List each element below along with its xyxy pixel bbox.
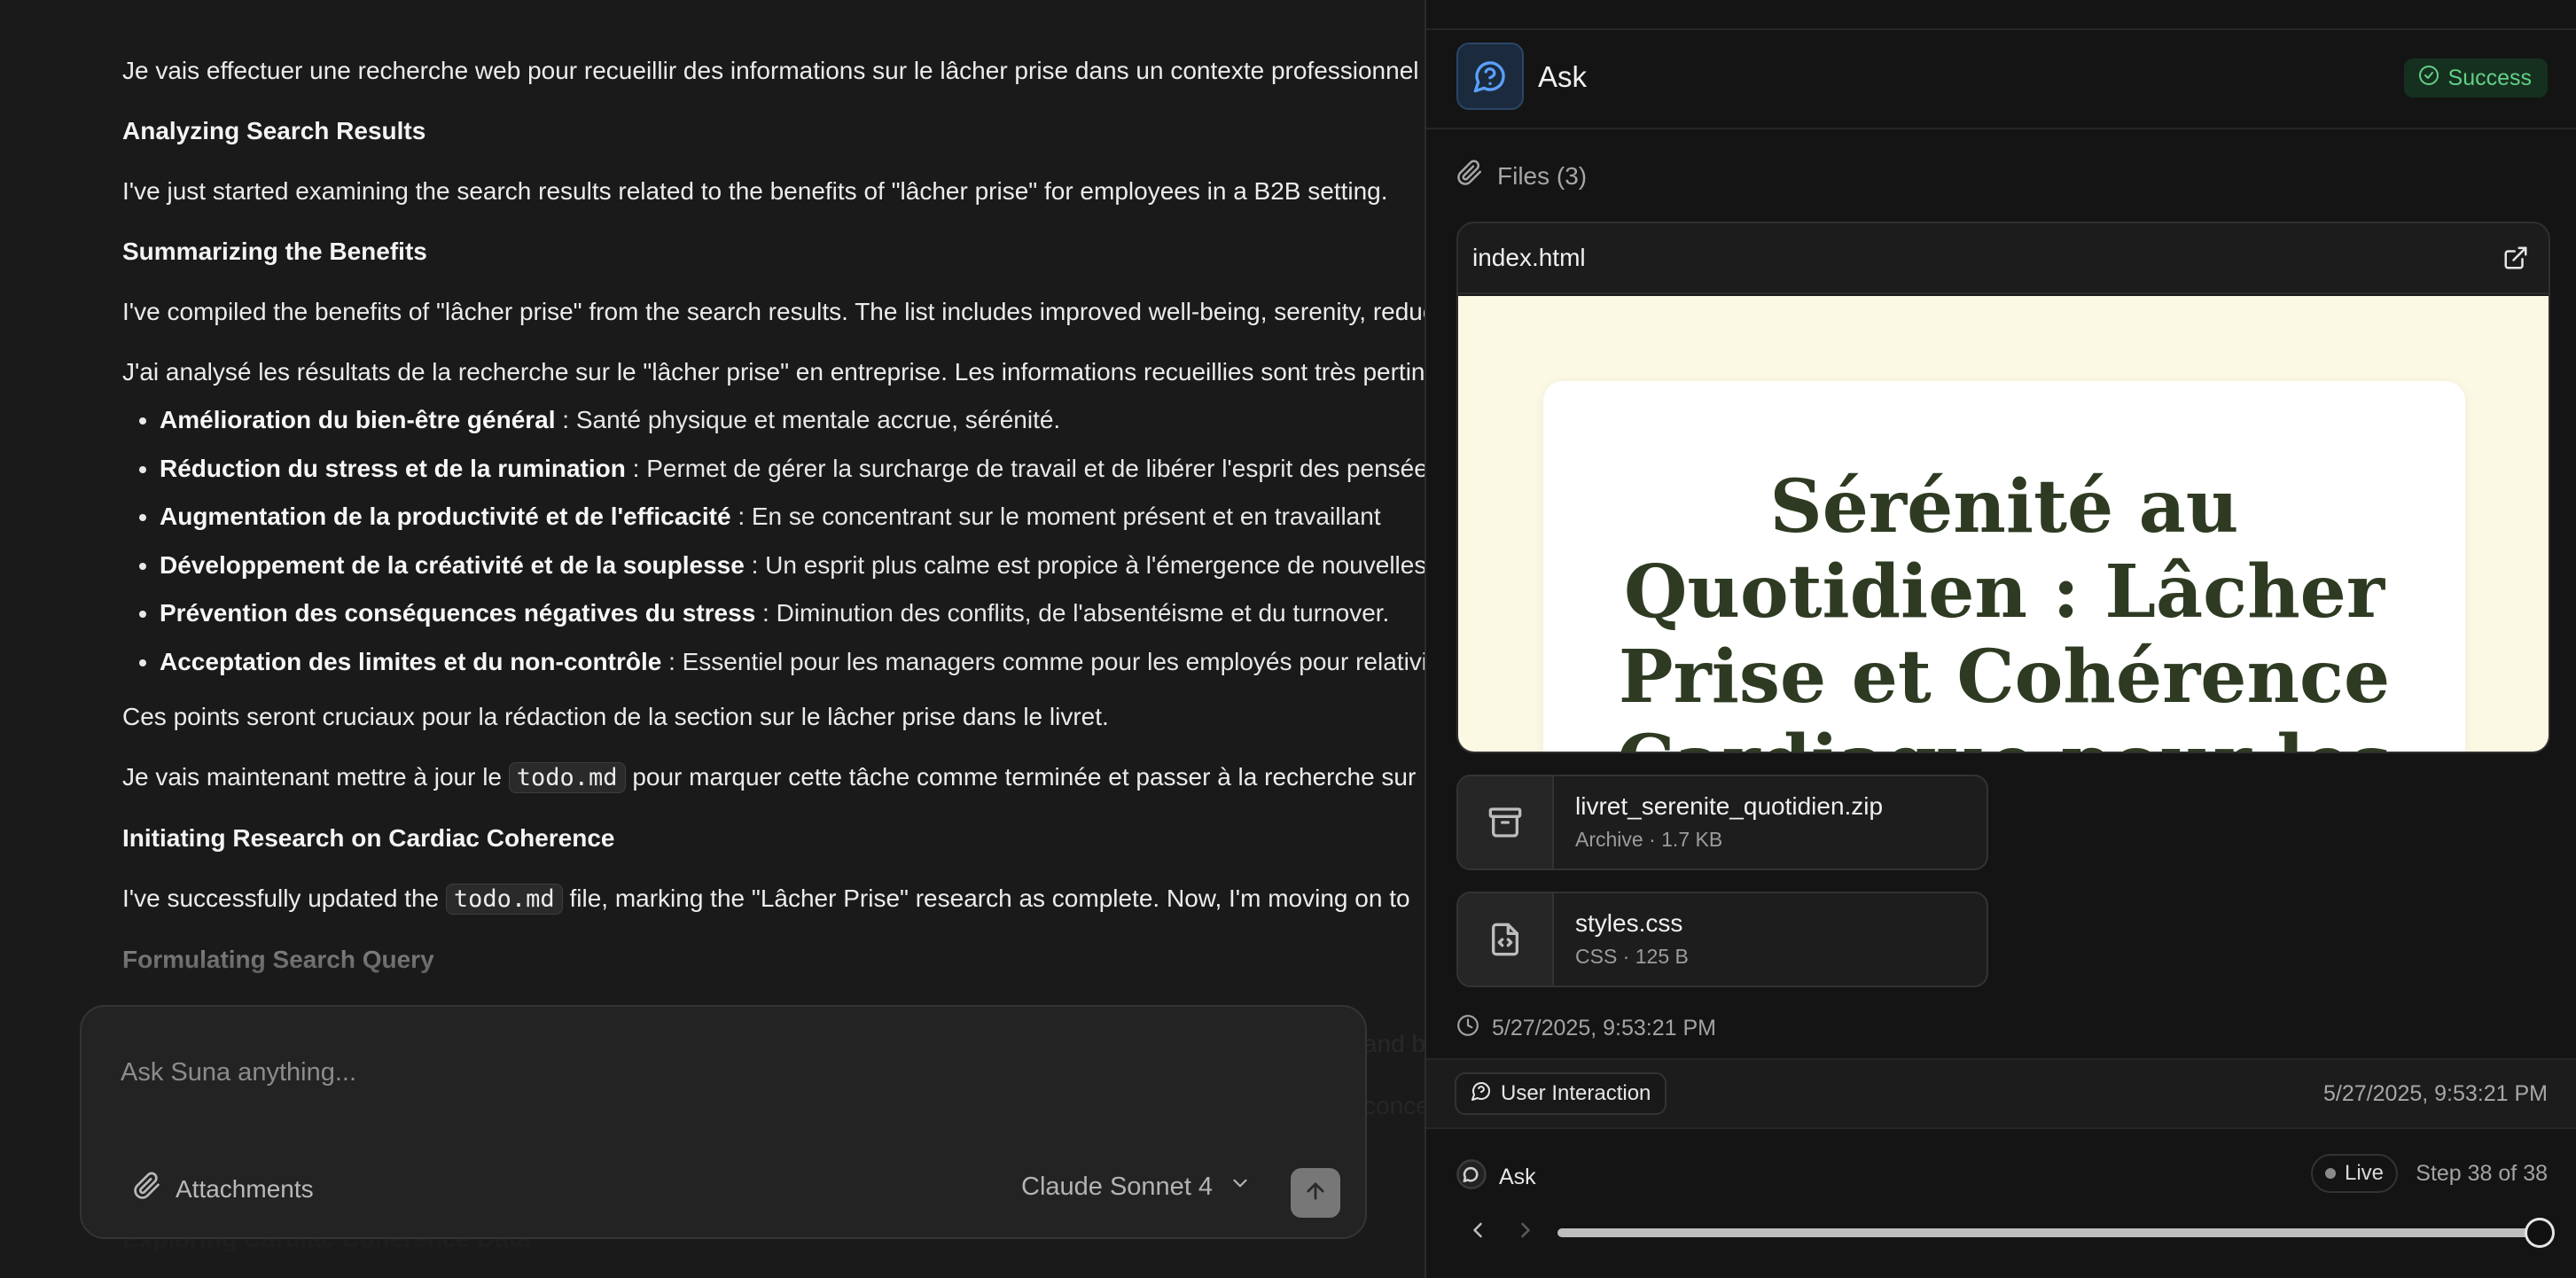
- preview-render: Sérénité au Quotidien : Lâcher Prise et …: [1458, 296, 2549, 752]
- preview-file-name: index.html: [1472, 244, 1586, 271]
- list-item: Prévention des conséquences négatives du…: [160, 596, 1425, 631]
- document-page: Sérénité au Quotidien : Lâcher Prise et …: [1543, 381, 2465, 752]
- panel-title: Ask: [1538, 60, 1588, 93]
- panel-top-divider: [1426, 0, 2576, 30]
- step-counter: Step 38 of 38: [2416, 1161, 2548, 1186]
- interaction-row: User Interaction 5/27/2025, 9:53:21 PM: [1426, 1058, 2576, 1129]
- status-label: Success: [2447, 65, 2532, 90]
- previous-step-button[interactable]: [1460, 1214, 1495, 1250]
- html-preview-card[interactable]: index.html Sérénité au Quotidien : Lâche…: [1456, 222, 2550, 753]
- paperclip-icon: [133, 1172, 161, 1206]
- benefits-list: Amélioration du bien-être général : Sant…: [122, 402, 1425, 680]
- files-section-label: Files (3): [1456, 160, 1587, 192]
- file-card-css[interactable]: styles.css CSS · 125 B: [1456, 892, 1988, 987]
- message-composer: Attachments Claude Sonnet 4: [80, 1005, 1367, 1239]
- live-dot-icon: [2325, 1168, 2336, 1179]
- message-text: I've successfully updated the todo.md fi…: [122, 883, 1410, 915]
- message-text: I've compiled the benefits of "lâcher pr…: [122, 298, 1425, 325]
- panel-header: Ask Success: [1426, 30, 2576, 129]
- list-item: Réduction du stress et de la rumination …: [160, 451, 1425, 487]
- tool-timestamp: 5/27/2025, 9:53:21 PM: [1456, 1014, 1716, 1043]
- message-text: J'ai analysé les résultats de la recherc…: [122, 358, 1425, 386]
- model-label: Claude Sonnet 4: [1021, 1172, 1214, 1201]
- timestamp-text: 5/27/2025, 9:53:21 PM: [1492, 1016, 1716, 1040]
- slider-thumb[interactable]: [2525, 1218, 2555, 1248]
- file-name: styles.css: [1575, 909, 1683, 937]
- section-heading: Formulating Search Query: [122, 945, 434, 973]
- files-count-label: Files (3): [1497, 161, 1588, 190]
- file-name: livret_serenite_quotidien.zip: [1575, 792, 1884, 820]
- file-meta: Archive · 1.7 KB: [1575, 828, 1723, 851]
- preview-header: index.html: [1458, 223, 2549, 294]
- status-badge: Success: [2403, 58, 2548, 97]
- arrow-up-icon: [1303, 1179, 1328, 1208]
- external-link-icon[interactable]: [2502, 245, 2529, 271]
- message-circle-icon: [1471, 1080, 1492, 1108]
- step-tool-label: Ask: [1499, 1165, 1536, 1189]
- archive-icon: [1458, 776, 1554, 869]
- check-circle-icon: [2418, 65, 2439, 92]
- list-item: Amélioration du bien-être général : Sant…: [160, 402, 1425, 438]
- file-meta: CSS · 125 B: [1575, 945, 1689, 968]
- paperclip-icon: [1456, 160, 1483, 192]
- user-interaction-label: User Interaction: [1501, 1081, 1651, 1105]
- ask-tool-icon: [1456, 43, 1524, 110]
- file-code-icon: [1458, 893, 1554, 986]
- inline-code: todo.md: [445, 883, 563, 915]
- message-text: Je vais effectuer une recherche web pour…: [122, 57, 1419, 84]
- slider-fill: [1557, 1228, 2540, 1237]
- message-text: I've just started examining the search r…: [122, 177, 1388, 205]
- inline-code: todo.md: [508, 761, 626, 793]
- attachments-button[interactable]: Attachments: [133, 1172, 314, 1206]
- section-heading: Analyzing Search Results: [122, 117, 426, 144]
- message-circle-icon: [1456, 1159, 1487, 1196]
- chevron-right-icon: [1513, 1218, 1538, 1247]
- step-tool: Ask: [1456, 1159, 1536, 1196]
- message-text: Je vais maintenant mettre à jour le todo…: [122, 761, 1425, 793]
- section-heading: Summarizing the Benefits: [122, 238, 427, 265]
- chat-area: Je vais effectuer une recherche web pour…: [0, 0, 1425, 1278]
- message-text: Ces points seront cruciaux pour la rédac…: [122, 702, 1109, 730]
- live-label: Live: [2345, 1161, 2385, 1185]
- step-slider[interactable]: [1557, 1218, 2555, 1248]
- list-item: Augmentation de la productivité et de l'…: [160, 499, 1425, 534]
- attachments-label: Attachments: [176, 1174, 314, 1203]
- obscured-text: and b: [1363, 1030, 1425, 1057]
- chevron-down-icon: [1229, 1172, 1252, 1202]
- document-title: Sérénité au Quotidien : Lâcher Prise et …: [1617, 464, 2392, 752]
- live-button[interactable]: Live: [2311, 1154, 2399, 1193]
- next-step-button[interactable]: [1508, 1214, 1543, 1250]
- chat-messages: Je vais effectuer une recherche web pour…: [122, 53, 1425, 1002]
- obscured-text: conce: [1363, 1092, 1425, 1119]
- section-heading: Initiating Research on Cardiac Coherence: [122, 823, 615, 852]
- chevron-left-icon: [1465, 1218, 1490, 1247]
- step-info-row: Ask Live Step 38 of 38: [1426, 1152, 2576, 1202]
- interaction-time: 5/27/2025, 9:53:21 PM: [2323, 1081, 2548, 1106]
- tool-panel: Ask Success Files (3) index.html Sérénit…: [1425, 0, 2576, 1278]
- send-button[interactable]: [1291, 1168, 1340, 1218]
- list-item: Acceptation des limites et du non-contrô…: [160, 644, 1425, 680]
- file-card-zip[interactable]: livret_serenite_quotidien.zip Archive · …: [1456, 775, 1988, 870]
- clock-icon: [1456, 1014, 1479, 1043]
- user-interaction-chip[interactable]: User Interaction: [1455, 1072, 1667, 1115]
- chat-input[interactable]: [121, 1058, 1273, 1087]
- model-selector[interactable]: Claude Sonnet 4: [1021, 1172, 1252, 1202]
- step-navigation: [1426, 1205, 2576, 1259]
- list-item: Développement de la créativité et de la …: [160, 548, 1425, 583]
